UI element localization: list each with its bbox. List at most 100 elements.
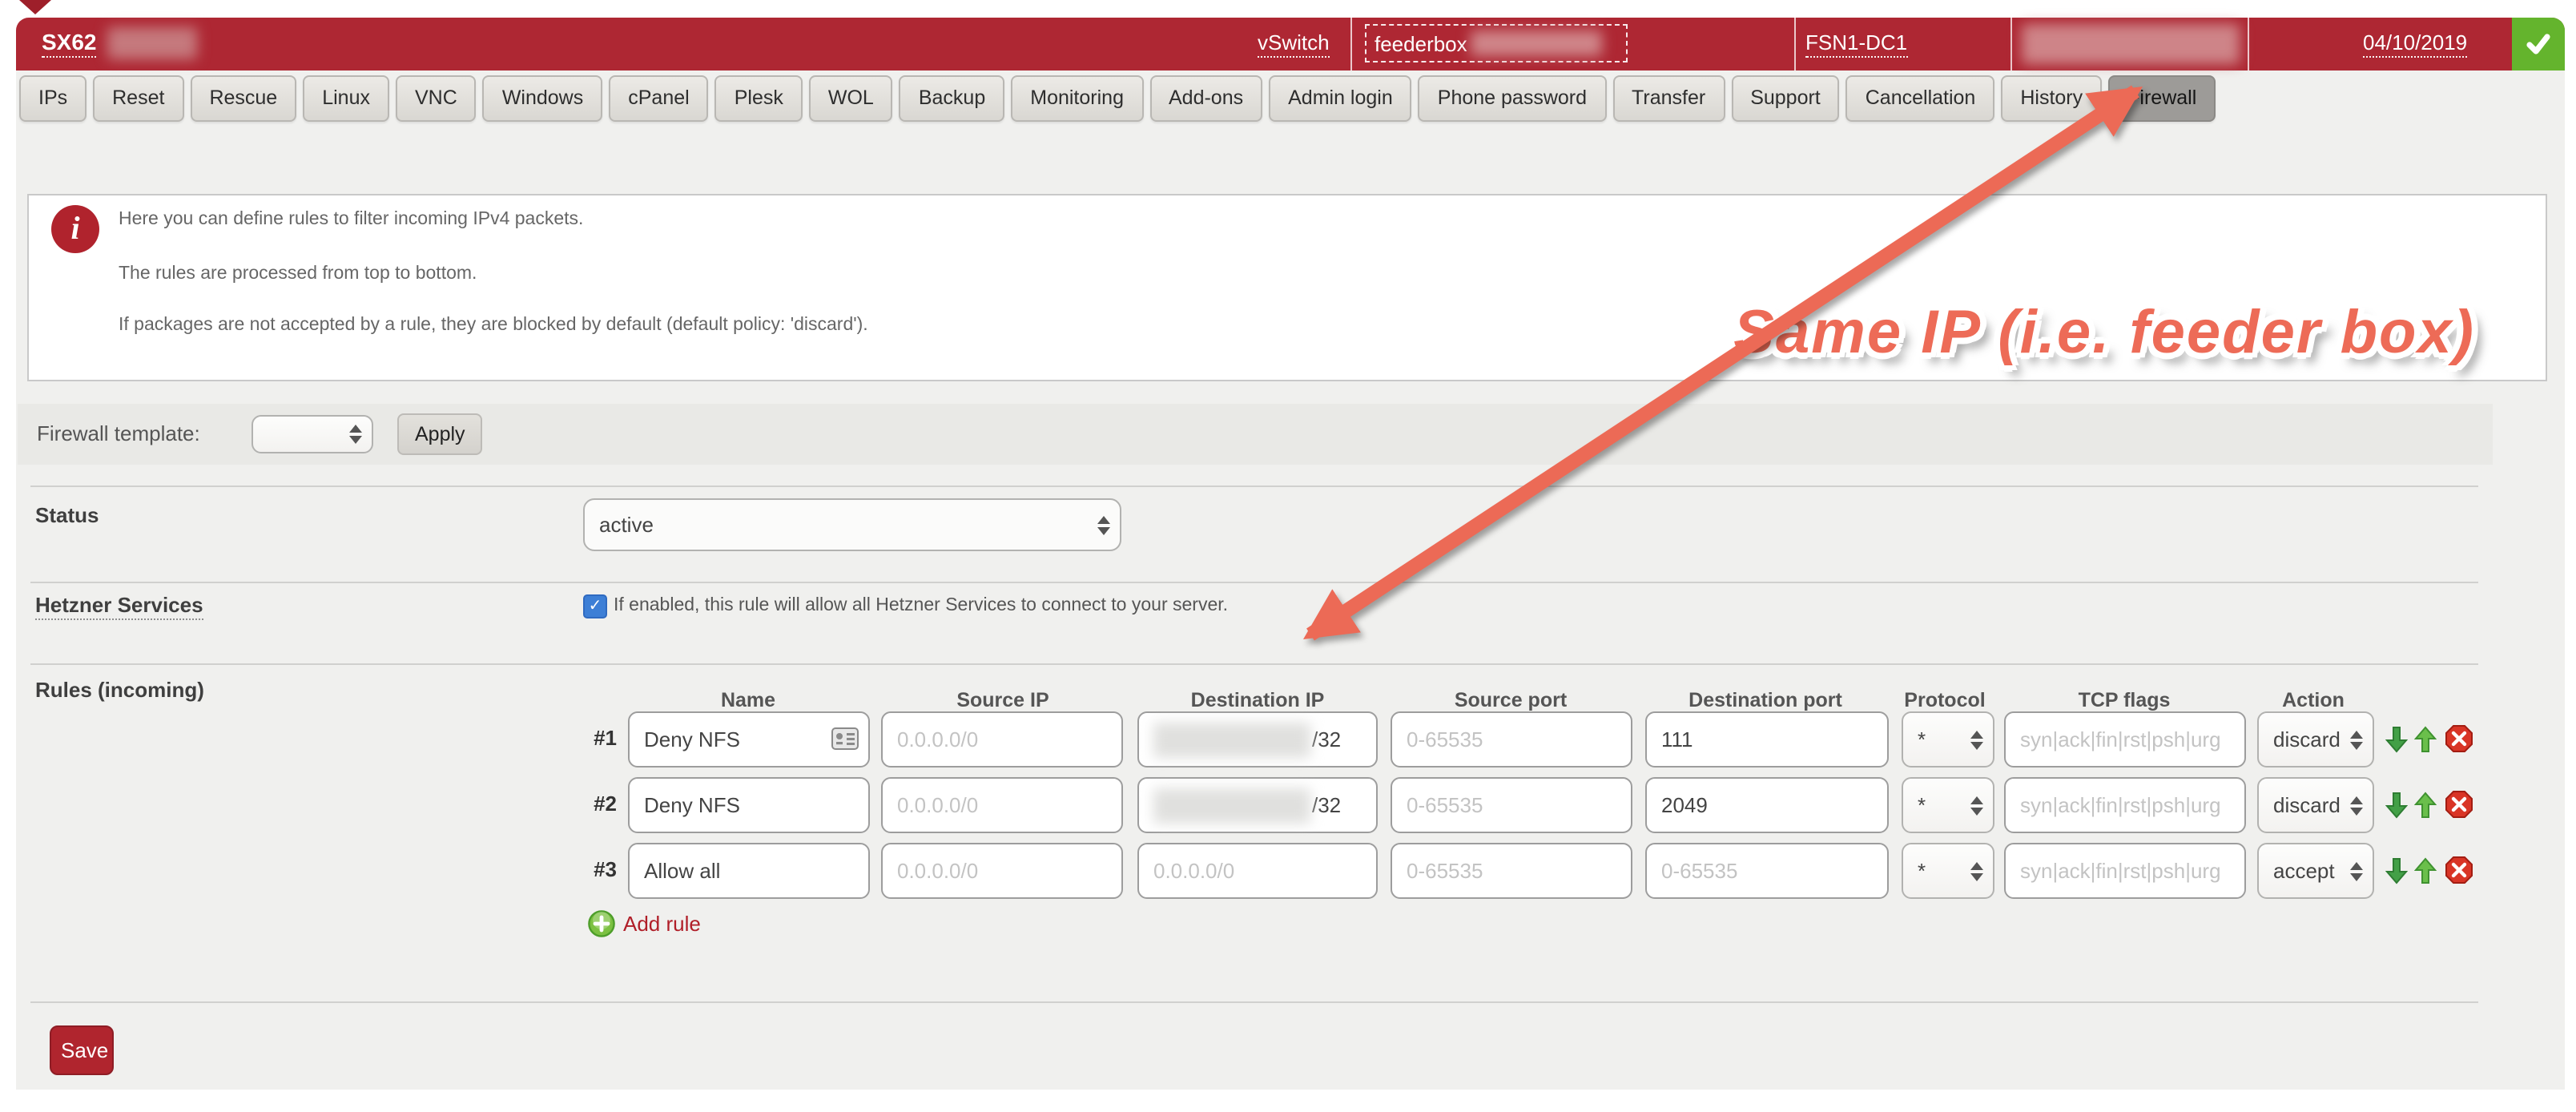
add-icon [588,910,615,937]
select-stepper-icon [349,425,362,444]
server-model-label: SX62 [42,29,97,58]
tab-addons[interactable]: Add-ons [1149,75,1262,122]
header-separator [2248,18,2249,71]
rule-source-port-input[interactable] [1391,843,1632,899]
server-ok-button[interactable] [2512,18,2565,71]
firewall-template-select[interactable] [252,415,373,453]
rule-action-select[interactable]: discard [2257,777,2374,833]
rule-protocol-select[interactable]: * [1902,843,1994,899]
rule-destination-port-input[interactable] [1645,777,1889,833]
select-stepper-icon [1970,730,1983,749]
server-header-bar: SX62 vSwitch feederbox FSN1-DC1 04/10/20… [16,18,2565,71]
tab-transfer[interactable]: Transfer [1612,75,1725,122]
screenshot-viewport: SX62 vSwitch feederbox FSN1-DC1 04/10/20… [0,0,2576,1112]
tab-rescue[interactable]: Rescue [190,75,296,122]
move-rule-down-icon[interactable] [2385,857,2408,892]
rule-source-port-input[interactable] [1391,777,1632,833]
select-stepper-icon [2350,796,2363,815]
rule-name-input[interactable] [628,777,870,833]
tab-support[interactable]: Support [1731,75,1840,122]
header-separator [1794,18,1796,71]
server-nickname-text: feederbox [1375,31,1467,55]
status-label: Status [35,503,99,527]
rule-name-input[interactable] [628,843,870,899]
tab-history[interactable]: History [2001,75,2102,122]
delete-rule-icon[interactable] [2445,790,2473,827]
paid-until-date: 04/10/2019 [2363,30,2467,58]
move-rule-up-icon[interactable] [2414,857,2437,892]
rule-destination-port-input[interactable] [1645,843,1889,899]
info-line-2: The rules are processed from top to bott… [119,264,477,284]
tab-monitoring[interactable]: Monitoring [1011,75,1143,122]
rule-destination-ip-input[interactable]: /32 [1137,711,1378,768]
save-button[interactable]: Save [50,1025,114,1075]
select-stepper-icon [1970,796,1983,815]
rule-source-ip-input[interactable] [881,777,1123,833]
server-panel: SX62 vSwitch feederbox FSN1-DC1 04/10/20… [16,18,2565,1090]
destination-ip-suffix: /32 [1312,727,1341,751]
hetzner-services-checkbox[interactable]: ✓ [583,594,607,618]
delete-rule-icon[interactable] [2445,724,2473,761]
move-rule-down-icon[interactable] [2385,792,2408,827]
tab-cpanel[interactable]: cPanel [609,75,708,122]
checkmark-icon [2523,29,2554,59]
datacenter-label: FSN1-DC1 [1805,30,1907,58]
tab-backup[interactable]: Backup [900,75,1004,122]
rule-action-select[interactable]: accept [2257,843,2374,899]
server-tabs: IPs Reset Rescue Linux VNC Windows cPane… [19,75,2216,122]
tab-firewall[interactable]: Firewall [2108,75,2216,122]
destination-ip-suffix: /32 [1312,793,1341,817]
tab-wol[interactable]: WOL [809,75,893,122]
annotation-text: Same IP (i.e. feeder box) [1733,300,2475,369]
tab-vnc[interactable]: VNC [396,75,477,122]
rule-tcp-flags-input[interactable] [2004,843,2246,899]
vswitch-link[interactable]: vSwitch [1258,30,1330,58]
header-separator [2010,18,2012,71]
rule-tcp-flags-input[interactable] [2004,777,2246,833]
rule-destination-port-input[interactable] [1645,711,1889,768]
rule-number: #3 [545,857,617,881]
tab-admin-login[interactable]: Admin login [1269,75,1412,122]
tab-plesk[interactable]: Plesk [715,75,803,122]
row-divider [30,485,2478,487]
tab-ips[interactable]: IPs [19,75,87,122]
firewall-template-label: Firewall template: [37,421,200,445]
tab-windows[interactable]: Windows [483,75,602,122]
select-stepper-icon [2350,730,2363,749]
rule-row-1: #1 /32 * discard [16,711,2565,768]
delete-rule-icon[interactable] [2445,856,2473,892]
rule-source-port-input[interactable] [1391,711,1632,768]
rule-destination-ip-input[interactable]: /32 [1137,777,1378,833]
move-rule-up-icon[interactable] [2414,792,2437,827]
move-rule-up-icon[interactable] [2414,726,2437,761]
server-ip-redacted [2022,24,2240,64]
tab-reset[interactable]: Reset [93,75,183,122]
rule-destination-ip-input[interactable] [1137,843,1378,899]
select-stepper-icon [1970,861,1983,880]
rule-source-ip-input[interactable] [881,843,1123,899]
info-line-3: If packages are not accepted by a rule, … [119,316,868,335]
select-stepper-icon [2350,861,2363,880]
tab-cancellation[interactable]: Cancellation [1846,75,1995,122]
rule-row-3: #3 * accept [16,843,2565,899]
row-divider [30,1001,2478,1003]
autofill-contact-icon [831,727,859,750]
status-value: active [599,513,654,537]
header-separator [1350,18,1352,71]
rule-source-ip-input[interactable] [881,711,1123,768]
rule-tcp-flags-input[interactable] [2004,711,2246,768]
tab-phone-password[interactable]: Phone password [1419,75,1606,122]
tab-linux[interactable]: Linux [303,75,389,122]
rule-protocol-select[interactable]: * [1902,777,1994,833]
rule-protocol-select[interactable]: * [1902,711,1994,768]
rules-incoming-label: Rules (incoming) [35,678,204,702]
move-rule-down-icon[interactable] [2385,726,2408,761]
rule-action-select[interactable]: discard [2257,711,2374,768]
firewall-template-row: Firewall template: Apply [18,404,2493,465]
status-select[interactable]: active [583,498,1121,551]
server-nickname-field[interactable]: feederbox [1365,24,1628,62]
add-rule-link[interactable]: Add rule [588,910,701,937]
apply-button[interactable]: Apply [397,413,483,455]
row-divider [30,663,2478,665]
server-nickname-redacted [1471,30,1602,56]
